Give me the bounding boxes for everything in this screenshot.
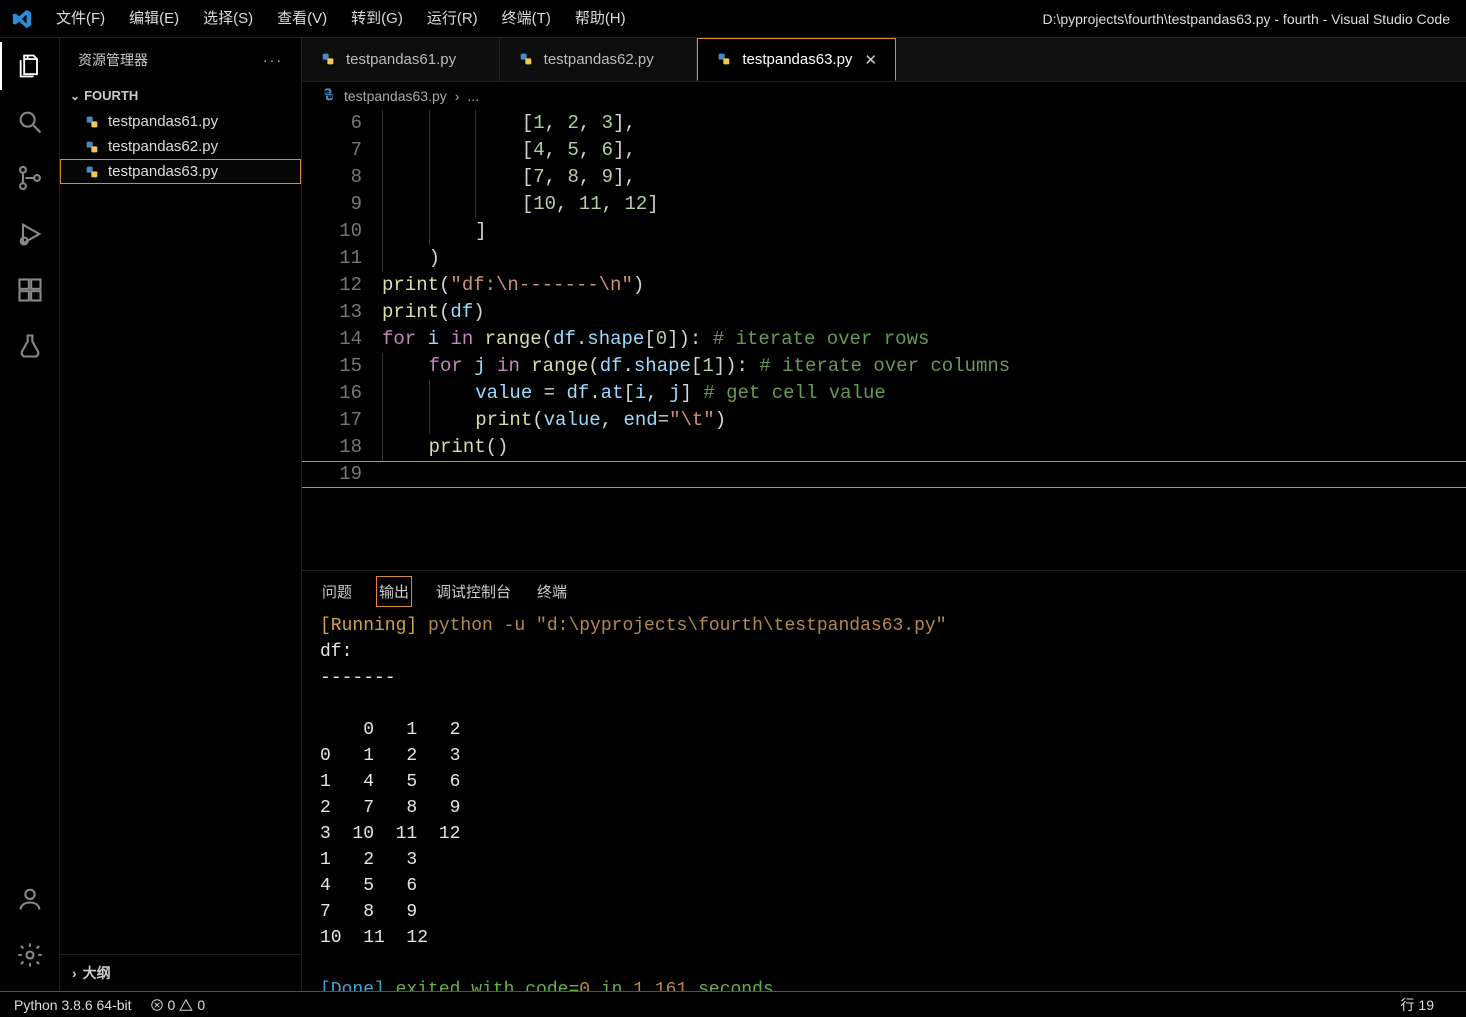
menu-edit[interactable]: 编辑(E) <box>117 0 191 38</box>
run-debug-icon[interactable] <box>0 206 60 262</box>
explorer-title: 资源管理器 <box>78 50 148 70</box>
outline-label: 大纲 <box>83 963 111 983</box>
editor-tab[interactable]: testpandas62.py✕ <box>500 38 698 81</box>
breadcrumb[interactable]: testpandas63.py › ... <box>302 82 1466 110</box>
chevron-down-icon: ⌄ <box>70 89 80 103</box>
tab-label: testpandas61.py <box>346 51 456 68</box>
editor-tab[interactable]: testpandas61.py✕ <box>302 38 500 81</box>
explorer-more-icon[interactable]: ··· <box>263 52 283 68</box>
breadcrumb-file: testpandas63.py <box>344 88 447 104</box>
panel-tab-debug[interactable]: 调试控制台 <box>434 577 513 606</box>
extensions-icon[interactable] <box>0 262 60 318</box>
warning-icon <box>179 998 193 1012</box>
menu-go[interactable]: 转到(G) <box>339 0 415 38</box>
panel-tab-output[interactable]: 输出 <box>376 576 412 607</box>
menu-terminal[interactable]: 终端(T) <box>490 0 563 38</box>
python-icon <box>716 51 734 69</box>
file-list: testpandas61.py testpandas62.py testpandas… <box>60 109 301 184</box>
menu-help[interactable]: 帮助(H) <box>563 0 638 38</box>
menu-run[interactable]: 运行(R) <box>415 0 490 38</box>
tab-label: testpandas62.py <box>544 51 654 68</box>
gear-icon[interactable] <box>0 927 60 983</box>
file-item[interactable]: testpandas61.py <box>60 109 301 134</box>
python-icon <box>320 87 336 106</box>
status-problems[interactable]: 0 0 <box>150 997 206 1013</box>
file-name: testpandas62.py <box>108 138 218 155</box>
close-icon[interactable]: ✕ <box>864 51 877 69</box>
status-python[interactable]: Python 3.8.6 64-bit <box>14 997 132 1013</box>
warning-count: 0 <box>197 997 205 1013</box>
python-icon <box>84 164 100 180</box>
menu-selection[interactable]: 选择(S) <box>191 0 265 38</box>
python-icon <box>518 51 536 69</box>
menu-bar: 文件(F) 编辑(E) 选择(S) 查看(V) 转到(G) 运行(R) 终端(T… <box>44 0 638 38</box>
outline-section[interactable]: › 大纲 <box>60 954 301 991</box>
file-name: testpandas63.py <box>108 163 218 180</box>
error-count: 0 <box>168 997 176 1013</box>
editor-area: testpandas61.py✕testpandas62.py✕testpand… <box>302 38 1466 991</box>
bottom-panel: 问题 输出 调试控制台 终端 [Running] python -u "d:\p… <box>302 571 1466 991</box>
files-icon[interactable] <box>0 38 60 94</box>
status-cursor[interactable]: 行 19 <box>1401 995 1434 1015</box>
editor-tabs: testpandas61.py✕testpandas62.py✕testpand… <box>302 38 1466 82</box>
account-icon[interactable] <box>0 871 60 927</box>
code-lines[interactable]: [1, 2, 3], [4, 5, 6], [7, 8, 9], [10, 11… <box>382 110 1466 570</box>
test-icon[interactable] <box>0 318 60 374</box>
project-name: FOURTH <box>84 88 138 103</box>
vscode-logo-icon <box>0 8 44 30</box>
menu-view[interactable]: 查看(V) <box>265 0 339 38</box>
tab-label: testpandas63.py <box>742 51 852 68</box>
breadcrumb-tail: ... <box>467 88 479 104</box>
project-header[interactable]: ⌄ FOURTH <box>60 82 301 109</box>
file-item[interactable]: testpandas62.py <box>60 134 301 159</box>
explorer-sidebar: 资源管理器 ··· ⌄ FOURTH testpandas61.pytestpa… <box>60 38 302 991</box>
titlebar: 文件(F) 编辑(E) 选择(S) 查看(V) 转到(G) 运行(R) 终端(T… <box>0 0 1466 38</box>
error-icon <box>150 998 164 1012</box>
file-name: testpandas61.py <box>108 113 218 130</box>
status-bar: Python 3.8.6 64-bit 0 0 行 19 <box>0 991 1466 1017</box>
panel-tab-terminal[interactable]: 终端 <box>535 577 569 606</box>
editor-tab[interactable]: testpandas63.py ✕ <box>697 38 896 81</box>
output-content[interactable]: [Running] python -u "d:\pyprojects\fourt… <box>302 611 1466 991</box>
code-editor[interactable]: 6 7 8 9 10 11 12 13 14 15 16 17 18 19 [1… <box>302 110 1466 571</box>
python-icon <box>320 51 338 69</box>
breadcrumb-sep: › <box>455 88 460 104</box>
menu-file[interactable]: 文件(F) <box>44 0 117 38</box>
python-icon <box>84 114 100 130</box>
panel-tabs: 问题 输出 调试控制台 终端 <box>302 571 1466 611</box>
line-gutter: 6 7 8 9 10 11 12 13 14 15 16 17 18 19 <box>302 110 382 570</box>
activity-bar <box>0 38 60 991</box>
python-icon <box>84 139 100 155</box>
window-title: D:\pyprojects\fourth\testpandas63.py - f… <box>1042 11 1466 27</box>
chevron-right-icon: › <box>72 965 77 981</box>
file-item[interactable]: testpandas63.py <box>60 159 301 184</box>
panel-tab-problems[interactable]: 问题 <box>320 577 354 606</box>
source-control-icon[interactable] <box>0 150 60 206</box>
search-icon[interactable] <box>0 94 60 150</box>
